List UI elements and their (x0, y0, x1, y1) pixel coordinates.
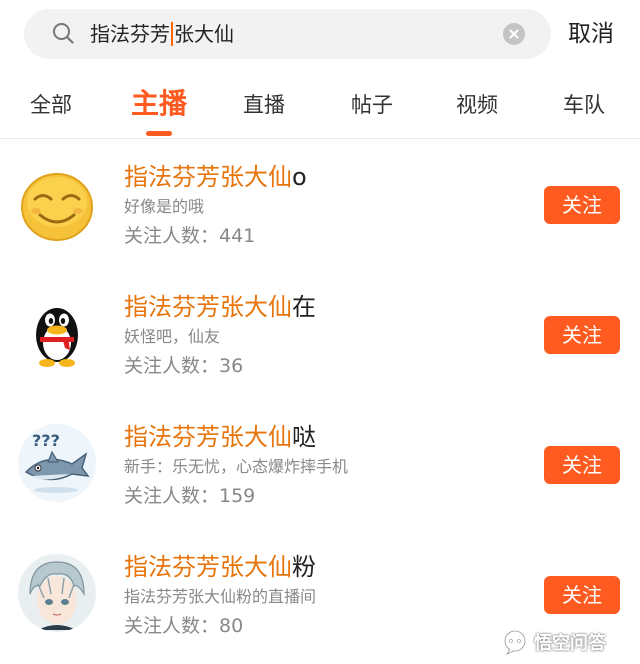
list-item[interactable]: ??? 指法芬芳张大仙哒 新手：乐无忧，心态爆炸摔手机 关注人数：159 关注 (0, 400, 640, 530)
avatar[interactable] (18, 166, 96, 244)
svg-text:???: ??? (32, 431, 60, 450)
cancel-button[interactable]: 取消 (568, 16, 614, 52)
chat-bubble-icon (502, 629, 528, 655)
follow-button[interactable]: 关注 (544, 316, 620, 354)
streamer-name[interactable]: 指法芬芳张大仙在 (124, 292, 316, 322)
avatar[interactable] (18, 295, 96, 373)
text-cursor (171, 21, 173, 46)
streamer-description: 新手：乐无忧，心态爆炸摔手机 (124, 457, 349, 476)
tab-live[interactable]: 直播 (243, 90, 285, 120)
streamer-description: 好像是的哦 (124, 197, 205, 216)
avatar[interactable] (18, 554, 96, 632)
follow-button[interactable]: 关注 (544, 446, 620, 484)
tab-teams[interactable]: 车队 (563, 90, 605, 120)
watermark-text: 悟空问答 (534, 633, 606, 654)
anime-boy-icon (18, 554, 96, 632)
search-icon (52, 22, 74, 44)
name-highlight: 指法芬芳张大仙 (124, 423, 292, 451)
name-suffix: o (292, 163, 307, 191)
tab-streamers[interactable]: 主播 (131, 85, 187, 123)
name-suffix: 哒 (292, 423, 316, 451)
streamer-name[interactable]: 指法芬芳张大仙哒 (124, 422, 316, 452)
name-suffix: 粉 (292, 553, 316, 581)
streamer-name[interactable]: 指法芬芳张大仙粉 (124, 552, 316, 582)
tab-posts[interactable]: 帖子 (351, 90, 393, 120)
active-tab-indicator (146, 131, 172, 136)
follower-count: 关注人数：80 (124, 615, 244, 637)
follower-count: 关注人数：441 (124, 225, 256, 247)
streamer-name[interactable]: 指法芬芳张大仙o (124, 162, 307, 192)
shark-icon: ??? (18, 424, 96, 502)
search-input[interactable]: 指法芬芳 张大仙 (90, 9, 234, 59)
follower-count: 关注人数：159 (124, 485, 256, 507)
search-query-before-cursor: 指法芬芳 (90, 22, 170, 46)
streamer-description: 指法芬芳张大仙粉的直播间 (124, 587, 317, 606)
category-tabs: 全部 主播 直播 帖子 视频 车队 (0, 72, 640, 139)
name-highlight: 指法芬芳张大仙 (124, 293, 292, 321)
search-bar[interactable]: 指法芬芳 张大仙 (24, 9, 551, 59)
watermark: 悟空问答 (502, 628, 606, 656)
streamer-description: 妖怪吧，仙友 (124, 327, 221, 346)
name-suffix: 在 (292, 293, 316, 321)
tab-videos[interactable]: 视频 (456, 90, 498, 120)
list-item[interactable]: 指法芬芳张大仙o 好像是的哦 关注人数：441 关注 (0, 140, 640, 270)
follow-button[interactable]: 关注 (544, 186, 620, 224)
follow-button[interactable]: 关注 (544, 576, 620, 614)
tab-all[interactable]: 全部 (30, 90, 72, 120)
search-query-after-cursor: 张大仙 (174, 22, 234, 46)
clear-icon[interactable] (503, 23, 525, 45)
name-highlight: 指法芬芳张大仙 (124, 163, 292, 191)
penguin-icon (18, 295, 96, 373)
follower-count: 关注人数：36 (124, 355, 244, 377)
name-highlight: 指法芬芳张大仙 (124, 553, 292, 581)
list-item[interactable]: 指法芬芳张大仙在 妖怪吧，仙友 关注人数：36 关注 (0, 270, 640, 400)
smiley-emoji-icon (18, 166, 96, 244)
avatar[interactable]: ??? (18, 424, 96, 502)
